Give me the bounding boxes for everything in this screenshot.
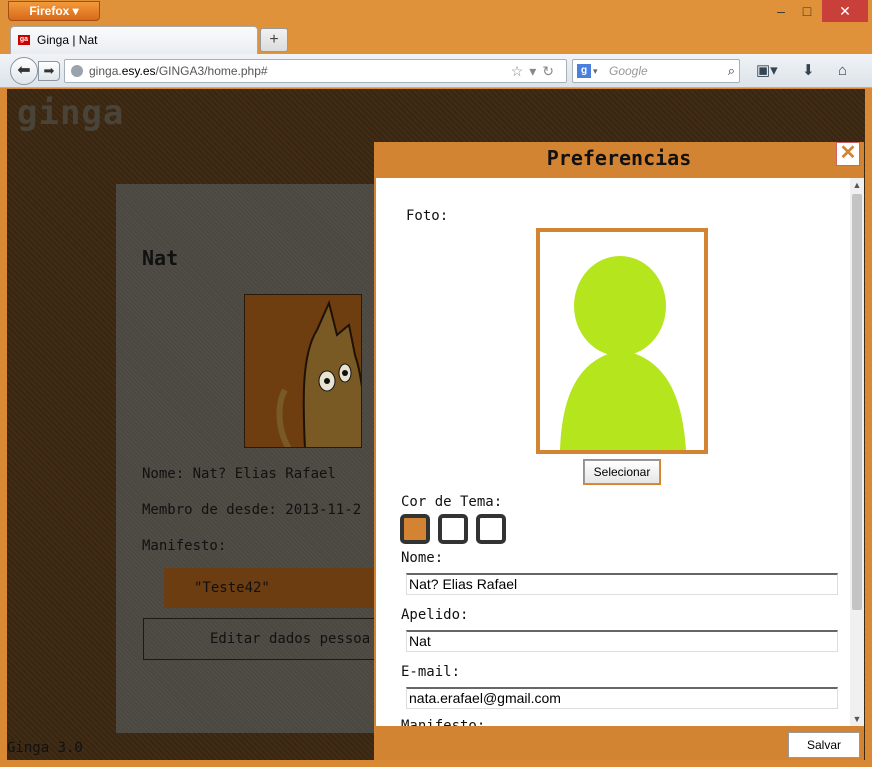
minimize-icon[interactable]: – [768, 0, 794, 22]
foto-label: Foto: [406, 208, 449, 224]
close-window-icon[interactable]: ✕ [822, 0, 868, 22]
firefox-menu-button[interactable]: Firefox ▾ [8, 1, 100, 21]
scroll-thumb[interactable] [852, 194, 862, 610]
apelido-label: Apelido: [401, 607, 469, 623]
search-placeholder: Google [609, 64, 648, 78]
url-host: esy.es [121, 64, 156, 78]
navigation-toolbar: ⬅ ➡ ginga.esy.es/GINGA3/home.php# ☆▾↻ g … [0, 54, 872, 88]
url-path: /GINGA3/home.php# [155, 64, 268, 78]
theme-swatch-orange[interactable] [400, 514, 430, 544]
theme-swatch-3[interactable] [476, 514, 506, 544]
dialog-scrollbar[interactable]: ▲ ▼ [850, 178, 864, 726]
user-silhouette-icon [560, 256, 686, 450]
url-action-icons[interactable]: ☆▾↻ [511, 60, 560, 82]
firefox-menu-label: Firefox [29, 4, 70, 18]
save-button[interactable]: Salvar [788, 732, 860, 758]
dialog-body: Foto: Selecionar Cor de Tema: Nome: Nat?… [376, 178, 850, 726]
search-icon[interactable]: ⌕ [728, 60, 735, 82]
apelido-field[interactable]: Nat [406, 630, 838, 652]
edit-profile-button[interactable]: Editar dados pessoa [143, 618, 403, 660]
home-icon[interactable]: ⌂ [838, 62, 847, 80]
theme-swatch-2[interactable] [438, 514, 468, 544]
profile-member-line: Membro de desde: 2013-11-2 [142, 502, 362, 518]
tab-title: Ginga | Nat [37, 33, 98, 47]
tab-ginga[interactable]: ga Ginga | Nat [10, 26, 258, 54]
back-button[interactable]: ⬅ [10, 57, 38, 85]
nome-label: Nome: [401, 550, 444, 566]
profile-card: Nat Nome: Nat? Elias Rafael Membro de de… [116, 184, 416, 733]
ginga-logo: ginga [17, 93, 125, 133]
search-bar[interactable]: g ▾ Google ⌕ [572, 59, 740, 83]
scroll-up-icon[interactable]: ▲ [850, 178, 864, 192]
search-engine-dropdown-icon[interactable]: ▾ [593, 60, 598, 82]
url-prefix: ginga. [89, 64, 122, 78]
select-photo-button[interactable]: Selecionar [584, 460, 660, 484]
ginga-favicon-icon: ga [18, 35, 30, 45]
maximize-icon[interactable]: □ [794, 0, 820, 22]
preference-photo [536, 228, 708, 454]
new-tab-button[interactable]: + [260, 28, 288, 52]
google-icon[interactable]: g [577, 64, 591, 78]
download-icon[interactable]: ⬇ [802, 62, 815, 80]
preferences-dialog: Preferencias ✕ Foto: Selecionar Cor de T… [374, 142, 864, 760]
cat-avatar-icon [276, 299, 361, 447]
window-titlebar: Firefox ▾ – □ ✕ [0, 0, 872, 24]
scroll-down-icon[interactable]: ▼ [850, 712, 864, 726]
theme-color-label: Cor de Tema: [401, 494, 503, 510]
profile-nome-line: Nome: Nat? Elias Rafael [142, 466, 336, 482]
globe-icon [71, 65, 83, 77]
forward-button[interactable]: ➡ [38, 61, 60, 81]
url-bar[interactable]: ginga.esy.es/GINGA3/home.php# ☆▾↻ [64, 59, 567, 83]
profile-name: Nat [142, 246, 179, 270]
tab-strip: ga Ginga | Nat + [0, 24, 872, 54]
email-label: E-mail: [401, 664, 461, 680]
profile-manifesto-value: "Teste42" [164, 568, 394, 608]
bookmarks-icon[interactable]: ▣▾ [756, 62, 778, 80]
profile-photo [244, 294, 362, 448]
profile-manifesto-label: Manifesto: [142, 538, 227, 554]
page-footer: Ginga 3.0 [7, 740, 83, 756]
close-dialog-icon[interactable]: ✕ [836, 142, 860, 166]
back-forward-group: ⬅ ➡ [10, 57, 62, 85]
dialog-title: Preferencias [546, 146, 692, 170]
manifesto-label: Manifesto: [401, 718, 486, 726]
email-field[interactable]: nata.erafael@gmail.com [406, 687, 838, 709]
nome-field[interactable]: Nat? Elias Rafael [406, 573, 838, 595]
